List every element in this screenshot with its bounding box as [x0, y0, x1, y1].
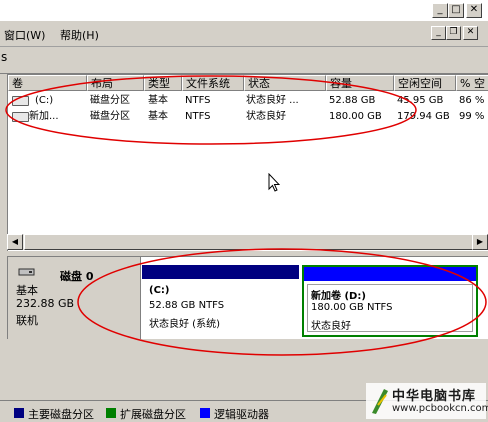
annotation-ellipse	[5, 75, 417, 145]
annotation-overlay	[5, 75, 487, 356]
annotation-ellipse	[77, 248, 487, 356]
